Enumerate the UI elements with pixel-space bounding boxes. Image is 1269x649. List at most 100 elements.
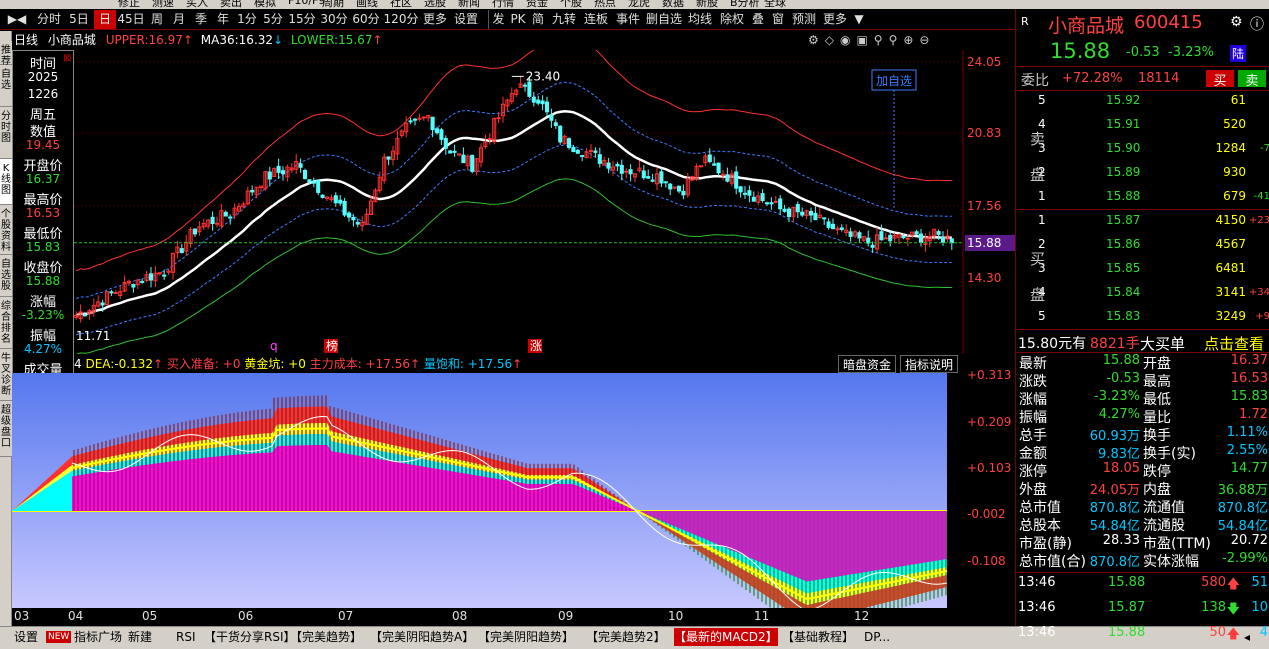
info-icon[interactable]: ⓘ	[1250, 14, 1264, 34]
left-sidebar-item-2[interactable]: 分时图	[0, 107, 12, 159]
menu-item-2[interactable]: 买入	[186, 0, 208, 9]
bottom-tab-6[interactable]: 【完美趋势】	[290, 628, 362, 646]
toolbar-dropdown-icon[interactable]: ▼	[852, 10, 866, 29]
bottom-tab-scroll-icon[interactable]: ◂	[1244, 628, 1258, 646]
dark-capital-button[interactable]: 暗盘资金	[838, 355, 897, 373]
menu-item-10[interactable]: 新闻	[458, 0, 480, 9]
toolbar-item-9[interactable]: 5分	[260, 10, 286, 29]
menu-item-0[interactable]: 修正	[118, 0, 140, 9]
bottom-tab-9[interactable]: 【完美趋势2】	[586, 628, 666, 646]
toolbar-item-13[interactable]: 120分	[382, 10, 420, 29]
settings-icon[interactable]: ⚙	[1230, 14, 1243, 30]
toolbar-item-5[interactable]: 月	[168, 10, 190, 29]
menu-item-3[interactable]: 卖出	[220, 0, 242, 9]
toolbar-item-28[interactable]: 更多	[820, 10, 850, 29]
add-watch-button[interactable]: 加自选	[876, 74, 912, 88]
menu-item-18[interactable]: B分析	[730, 0, 760, 9]
toolbar-item-25[interactable]: 叠	[748, 10, 768, 29]
left-sidebar-item-5[interactable]: 自选股	[0, 255, 12, 297]
candle	[672, 186, 677, 190]
menu-item-14[interactable]: 热点	[594, 0, 616, 9]
menu-item-16[interactable]: 数据	[662, 0, 684, 9]
menu-item-19[interactable]: 全球	[764, 0, 786, 9]
toolbar-item-14[interactable]: 更多	[420, 10, 450, 29]
bottom-tab-1[interactable]: NEW	[46, 631, 72, 643]
toolbar-item-3[interactable]: 45日	[116, 10, 146, 29]
candle	[940, 231, 946, 246]
sell-button[interactable]: 卖	[1238, 70, 1266, 89]
candle	[707, 148, 712, 164]
toolbar-item-23[interactable]: 均线	[684, 10, 716, 29]
candle	[170, 252, 176, 280]
menu-item-1[interactable]: 测速	[152, 0, 174, 9]
toolbar-item-19[interactable]: 九转	[548, 10, 580, 29]
bottom-tab-8[interactable]: 【完美阴阳趋势】	[478, 628, 574, 646]
nav-arrows[interactable]: ▶◀	[2, 10, 32, 29]
left-sidebar-item-3[interactable]: K线图	[0, 159, 12, 205]
indicator-chart[interactable]	[12, 373, 965, 608]
left-sidebar-item-0[interactable]: 推荐	[0, 41, 12, 67]
menu-item-12[interactable]: 资金	[526, 0, 548, 9]
left-sidebar-item-6[interactable]: 综合排名	[0, 297, 12, 349]
toolbar-item-27[interactable]: 预测	[788, 10, 820, 29]
toolbar-item-10[interactable]: 15分	[286, 10, 318, 29]
toolbar-item-17[interactable]: PK	[508, 10, 528, 29]
toolbar-item-11[interactable]: 30分	[318, 10, 350, 29]
candle	[764, 201, 770, 206]
menu-item-9[interactable]: 选股	[424, 0, 446, 9]
chart-tool-icons[interactable]: ⚙◇◉▣⚲⚲⊕⊖	[808, 31, 935, 49]
toolbar-item-6[interactable]: 季	[190, 10, 212, 29]
indicator-explain-button[interactable]: 指标说明	[900, 355, 959, 373]
toolbar-item-16[interactable]: 发	[488, 10, 508, 29]
candle	[654, 167, 660, 191]
toolbar-item-1[interactable]: 5日	[64, 10, 94, 29]
menu-item-15[interactable]: 龙虎	[628, 0, 650, 9]
toolbar-item-21[interactable]: 事件	[612, 10, 644, 29]
toolbar-item-15[interactable]: 设置	[450, 10, 482, 29]
candle	[861, 236, 866, 242]
toolbar-item-24[interactable]: 除权	[716, 10, 748, 29]
menu-item-6[interactable]: 周期	[322, 0, 344, 9]
toolbar-item-7[interactable]: 年	[212, 10, 234, 29]
left-sidebar-item-4[interactable]: 个股资料	[0, 205, 12, 255]
bottom-tab-2[interactable]: 指标广场	[74, 628, 122, 646]
toolbar-item-2[interactable]: 日	[94, 10, 116, 29]
bottom-tab-10[interactable]: 【最新的MACD2】	[674, 628, 778, 646]
menu-item-8[interactable]: 社区	[390, 0, 412, 9]
candle	[628, 164, 633, 182]
info-close-icon[interactable]: ⊠	[63, 53, 71, 64]
big-order-link[interactable]: 点击查看	[1204, 333, 1264, 354]
event-marker-2[interactable]: 涨	[530, 338, 542, 353]
bottom-tab-11[interactable]: 【基础教程】	[782, 628, 854, 646]
bottom-tab-0[interactable]: 设置	[14, 628, 38, 646]
left-sidebar-item-7[interactable]: 牛叉诊断	[0, 349, 12, 401]
event-marker-1[interactable]: 榜	[326, 338, 338, 353]
left-sidebar-item-1[interactable]: 自选	[0, 65, 12, 107]
toolbar-item-26[interactable]: 窗	[768, 10, 788, 29]
toolbar-item-12[interactable]: 60分	[350, 10, 382, 29]
toolbar-item-8[interactable]: 1分	[234, 10, 260, 29]
bottom-tab-5[interactable]: 【干货分享RSI】	[204, 628, 296, 646]
buy-button[interactable]: 买	[1206, 70, 1234, 89]
menu-item-7[interactable]: 画线	[356, 0, 378, 9]
menu-item-4[interactable]: 模拟	[254, 0, 276, 9]
candle	[848, 227, 853, 242]
event-marker-0[interactable]: q	[270, 339, 278, 353]
x-axis-label-8: 11	[754, 609, 770, 623]
bottom-tab-4[interactable]: RSI	[176, 628, 196, 646]
toolbar-item-4[interactable]: 周	[146, 10, 168, 29]
stat-label-3-b: 量比	[1143, 410, 1171, 426]
toolbar-item-22[interactable]: 删自选	[644, 10, 684, 29]
kline-chart[interactable]: 23.40 11.71 加自选 q 榜 涨	[74, 50, 965, 354]
bottom-tab-12[interactable]: DP...	[864, 628, 890, 646]
toolbar-item-18[interactable]: 简	[528, 10, 548, 29]
menu-item-5[interactable]: F10/F9	[288, 0, 325, 7]
left-sidebar-item-8[interactable]: 超级盘口	[0, 401, 12, 457]
toolbar-item-20[interactable]: 连板	[580, 10, 612, 29]
bottom-tab-7[interactable]: 【完美阴阳趋势A】	[370, 628, 474, 646]
menu-item-13[interactable]: 个股	[560, 0, 582, 9]
menu-item-11[interactable]: 行情	[492, 0, 514, 9]
toolbar-item-0[interactable]: 分时	[34, 10, 64, 29]
menu-item-17[interactable]: 新股	[696, 0, 718, 9]
bottom-tab-3[interactable]: 新建	[128, 628, 152, 646]
